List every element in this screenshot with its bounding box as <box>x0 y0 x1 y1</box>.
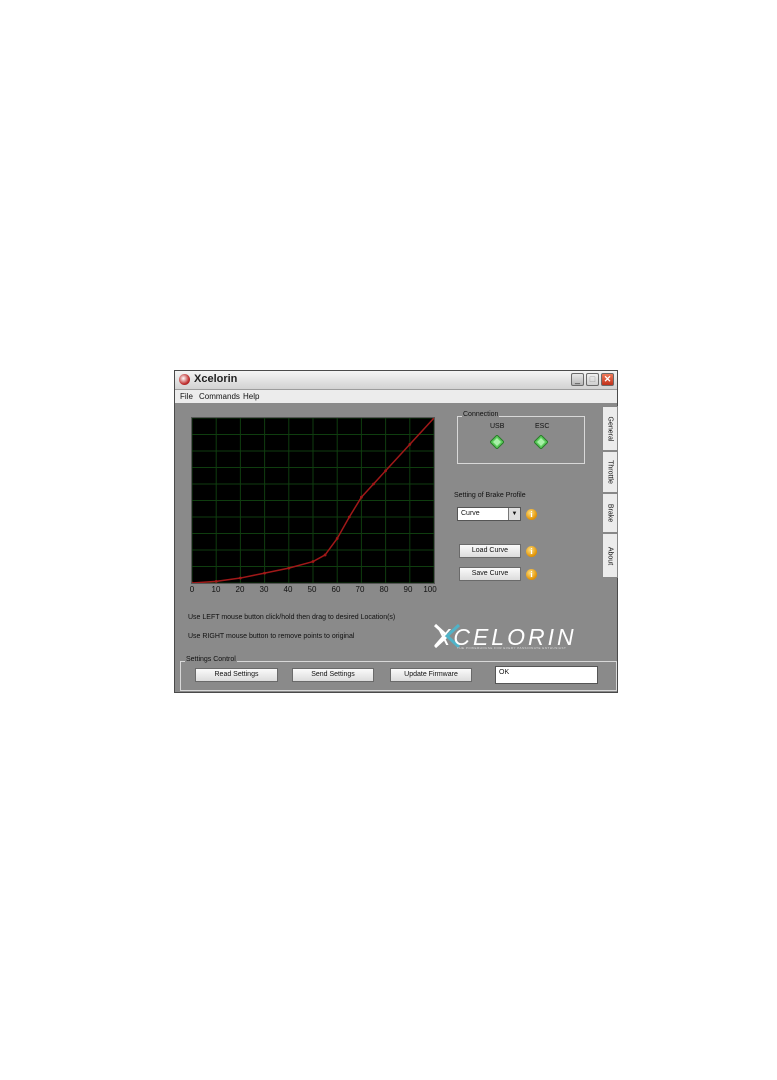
chevron-down-icon[interactable]: ▼ <box>508 508 520 520</box>
maximize-icon: □ <box>589 374 596 384</box>
curve-point[interactable] <box>239 576 242 580</box>
minimize-icon: _ <box>574 374 580 384</box>
x-tick-label: 50 <box>307 585 317 594</box>
curve-point[interactable] <box>408 443 412 446</box>
esc-label: ESC <box>535 423 550 430</box>
curve-point[interactable] <box>323 553 327 557</box>
menu-commands[interactable]: Commands <box>199 392 240 401</box>
x-tick-label: 0 <box>189 585 195 594</box>
status-field: OK <box>495 666 598 684</box>
update-firmware-button[interactable]: Update Firmware <box>390 668 472 682</box>
tab-throttle[interactable]: Throttle <box>602 451 618 493</box>
title-bar[interactable]: Xcelorin _ □ ✕ <box>175 371 617 390</box>
logo-tagline: THE POWERHOUSE FOR EVERY PASSIONATE ENTH… <box>457 646 567 650</box>
tab-general-label: General <box>606 416 614 441</box>
hint-right-click: Use RIGHT mouse button to remove points … <box>188 633 355 640</box>
curve-point[interactable] <box>287 566 291 570</box>
esc-status-icon <box>534 435 548 449</box>
send-settings-button[interactable]: Send Settings <box>292 668 374 682</box>
x-tick-label: 20 <box>235 585 245 594</box>
hint-left-click: Use LEFT mouse button click/hold then dr… <box>188 614 396 621</box>
menu-help[interactable]: Help <box>243 392 259 401</box>
maximize-button[interactable]: □ <box>586 373 599 386</box>
info-icon[interactable]: i <box>526 569 537 580</box>
x-tick-label: 90 <box>403 585 413 594</box>
info-icon[interactable]: i <box>526 509 537 520</box>
minimize-button[interactable]: _ <box>571 373 584 386</box>
usb-status-icon <box>490 435 504 449</box>
curve-point[interactable] <box>214 579 218 583</box>
x-tick-label: 100 <box>423 585 437 594</box>
window-title: Xcelorin <box>194 373 238 385</box>
close-button[interactable]: ✕ <box>601 373 614 386</box>
tab-throttle-label: Throttle <box>606 460 614 484</box>
app-window: Xcelorin _ □ ✕ File Commands Help 0 10 2… <box>174 370 618 693</box>
x-tick-label: 70 <box>355 585 365 594</box>
read-settings-button[interactable]: Read Settings <box>195 668 278 682</box>
curve-chart[interactable] <box>190 416 436 585</box>
tab-brake[interactable]: Brake <box>602 493 618 533</box>
x-tick-label: 80 <box>379 585 389 594</box>
x-tick-label: 40 <box>283 585 293 594</box>
tab-about[interactable]: About <box>602 533 618 578</box>
tab-general[interactable]: General <box>602 406 618 451</box>
load-curve-button[interactable]: Load Curve <box>459 544 521 558</box>
curve-point[interactable] <box>347 515 351 519</box>
x-tick-label: 60 <box>331 585 341 594</box>
curve-point[interactable] <box>372 482 375 486</box>
app-icon <box>179 374 190 385</box>
usb-label: USB <box>490 423 505 430</box>
curve-point[interactable] <box>311 560 315 563</box>
curve-point[interactable] <box>360 495 363 499</box>
brake-profile-label: Setting of Brake Profile <box>454 492 526 499</box>
tab-about-label: About <box>606 546 614 565</box>
x-tick-label: 10 <box>211 585 221 594</box>
settings-control-legend: Settings Control <box>185 656 237 663</box>
connection-legend: Connection <box>462 411 500 418</box>
brake-profile-dropdown[interactable]: Curve ▼ <box>457 507 521 521</box>
menu-file[interactable]: File <box>180 392 193 401</box>
x-tick-label: 30 <box>259 585 269 594</box>
info-icon[interactable]: i <box>526 546 537 557</box>
connection-group <box>457 416 585 464</box>
save-curve-button[interactable]: Save Curve <box>459 567 521 581</box>
brake-curve-plot[interactable] <box>190 416 436 585</box>
curve-point[interactable] <box>263 571 266 575</box>
curve-point[interactable] <box>335 537 339 540</box>
brake-profile-value: Curve <box>461 510 480 517</box>
tab-brake-label: Brake <box>606 503 614 523</box>
curve-point[interactable] <box>384 469 387 473</box>
close-icon: ✕ <box>603 374 612 384</box>
menu-bar: File Commands Help <box>175 390 617 403</box>
